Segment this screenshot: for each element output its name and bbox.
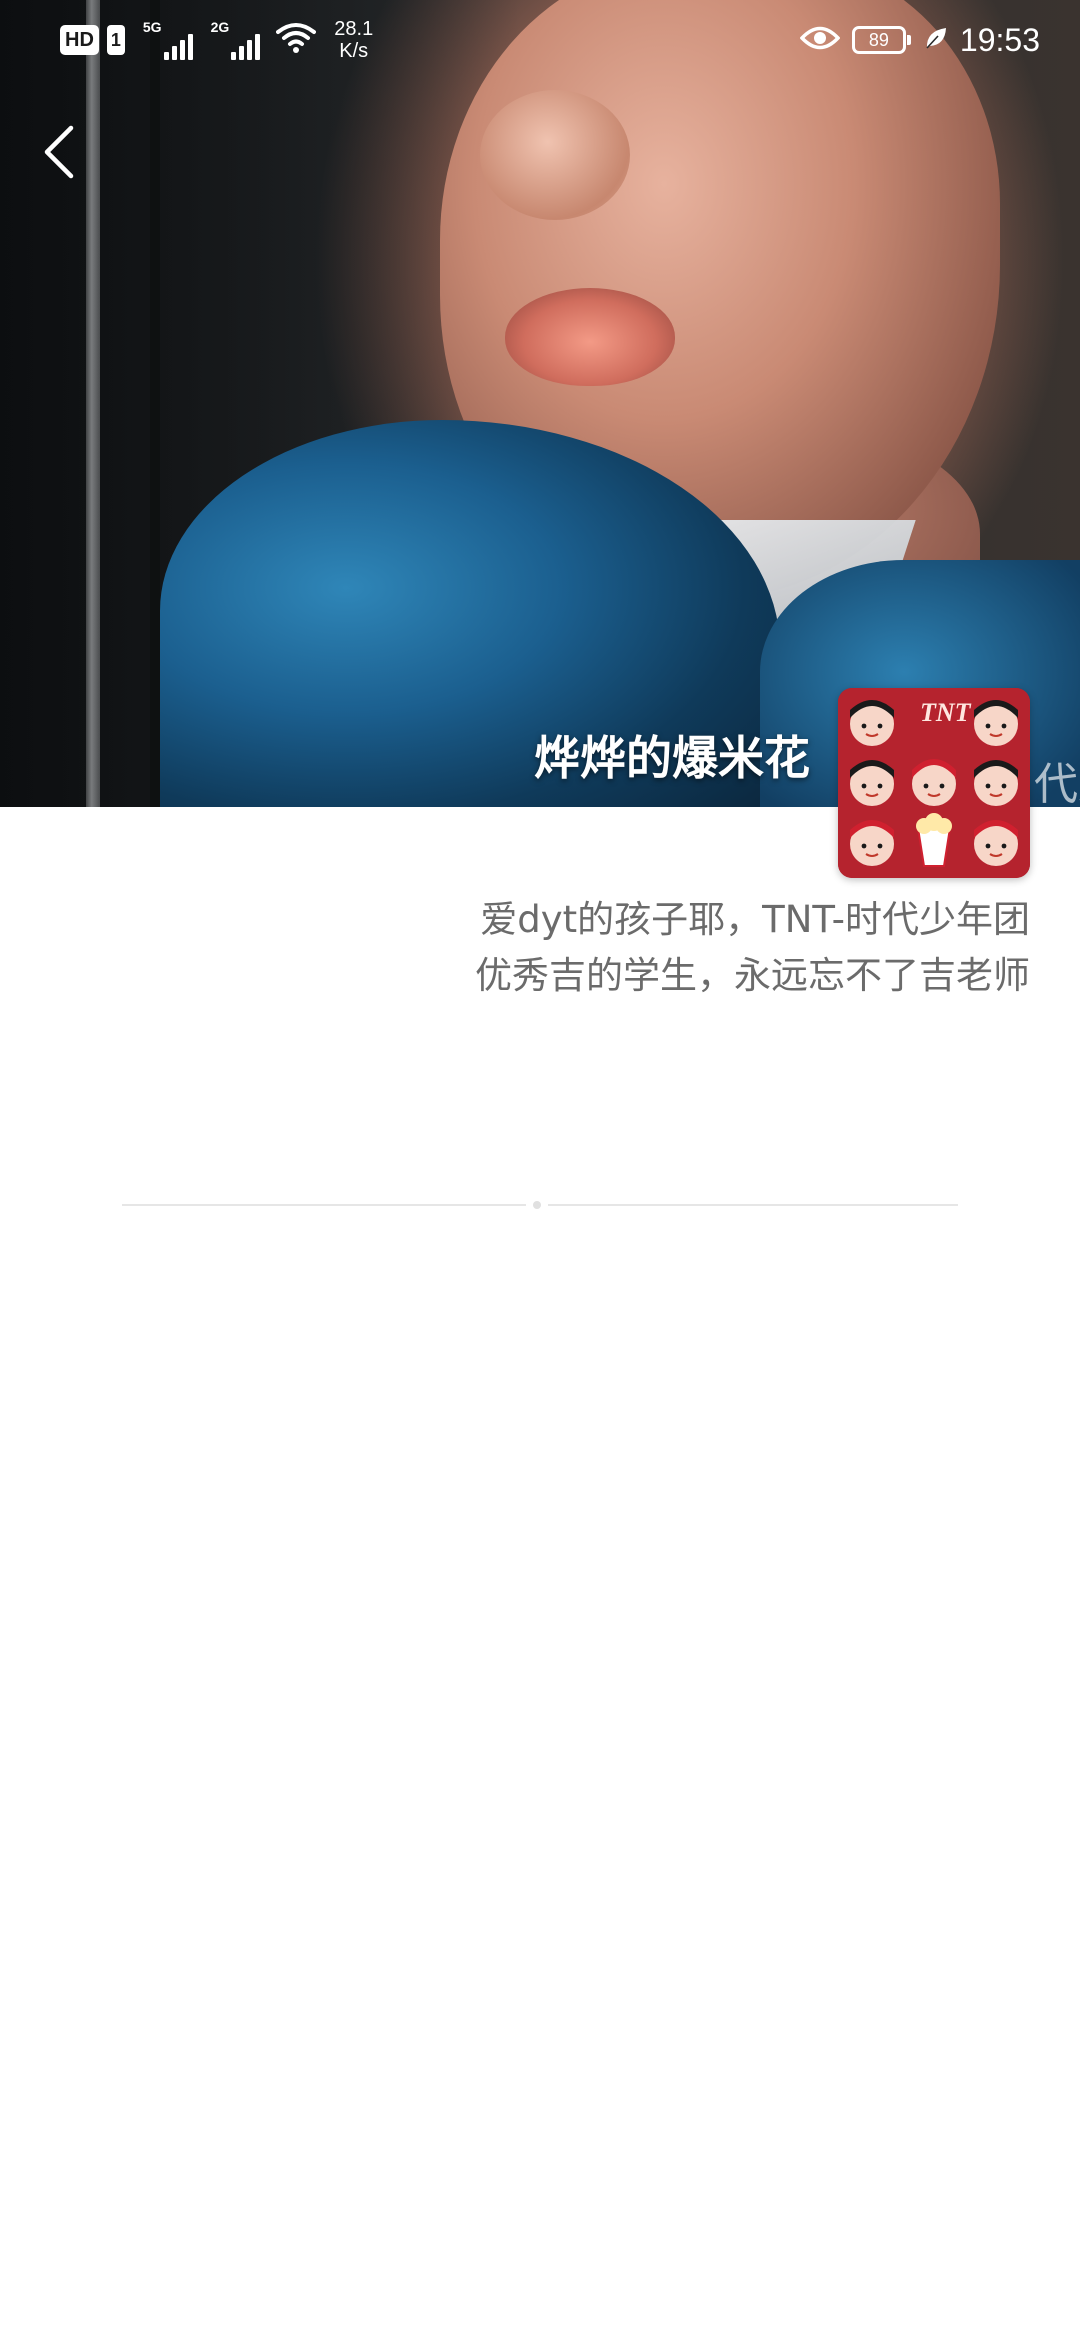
section-divider bbox=[122, 1201, 958, 1209]
status-bar-left: HD 1 5G 2G 28.1 K/s bbox=[60, 18, 373, 62]
status-bar-right: 89 19:53 bbox=[799, 18, 1040, 62]
back-button[interactable] bbox=[30, 118, 86, 190]
avatar-logo-text: TNT bbox=[920, 698, 971, 727]
divider-line-left bbox=[122, 1204, 526, 1206]
cover-photo-lips bbox=[505, 288, 675, 386]
bio-line-2: 优秀吉的学生，永远忘不了吉老师 bbox=[475, 954, 1030, 997]
signal-5g-icon: 5G bbox=[143, 20, 193, 60]
wifi-icon bbox=[276, 22, 317, 58]
network-speed-value: 28.1 bbox=[334, 18, 374, 40]
eye-icon bbox=[799, 25, 841, 55]
signal-bars-2 bbox=[231, 30, 261, 60]
profile-screen: HD 1 5G 2G 28.1 K/s 89 19:53 烨烨的爆米花 代 TN… bbox=[0, 0, 1080, 2340]
sim-slot-badge: 1 bbox=[106, 25, 125, 55]
network-type-2: 2G bbox=[210, 19, 230, 35]
divider-line-right bbox=[548, 1204, 958, 1206]
chevron-left-icon bbox=[41, 124, 75, 184]
profile-bio: 爱dyt的孩子耶，TNT-时代少年团 优秀吉的学生，永远忘不了吉老师 bbox=[330, 892, 1030, 1004]
profile-name-overflow: 代少 bbox=[1034, 759, 1080, 810]
battery-icon: 89 bbox=[851, 26, 911, 54]
signal-bars-1 bbox=[163, 30, 193, 60]
cover-photo-pole bbox=[86, 0, 100, 807]
bio-line-1: 爱dyt的孩子耶，TNT-时代少年团 bbox=[480, 898, 1030, 941]
divider-dot bbox=[533, 1201, 541, 1209]
cover-photo[interactable] bbox=[0, 0, 1080, 807]
hd-icon: HD bbox=[60, 25, 99, 55]
network-speed: 28.1 K/s bbox=[334, 18, 373, 62]
clock: 19:53 bbox=[959, 21, 1040, 58]
status-bar: HD 1 5G 2G 28.1 K/s 89 19:53 bbox=[0, 0, 1080, 80]
avatar[interactable]: TNT bbox=[838, 688, 1030, 878]
profile-name: 烨烨的爆米花 bbox=[534, 731, 810, 785]
leaf-icon bbox=[924, 25, 948, 55]
signal-2g-icon: 2G bbox=[211, 20, 261, 60]
battery-level: 89 bbox=[868, 29, 889, 50]
cover-photo-nose bbox=[480, 90, 630, 220]
cover-photo-pole-shadow bbox=[150, 0, 160, 807]
network-speed-unit: K/s bbox=[339, 40, 369, 62]
network-type-1: 5G bbox=[142, 19, 162, 35]
